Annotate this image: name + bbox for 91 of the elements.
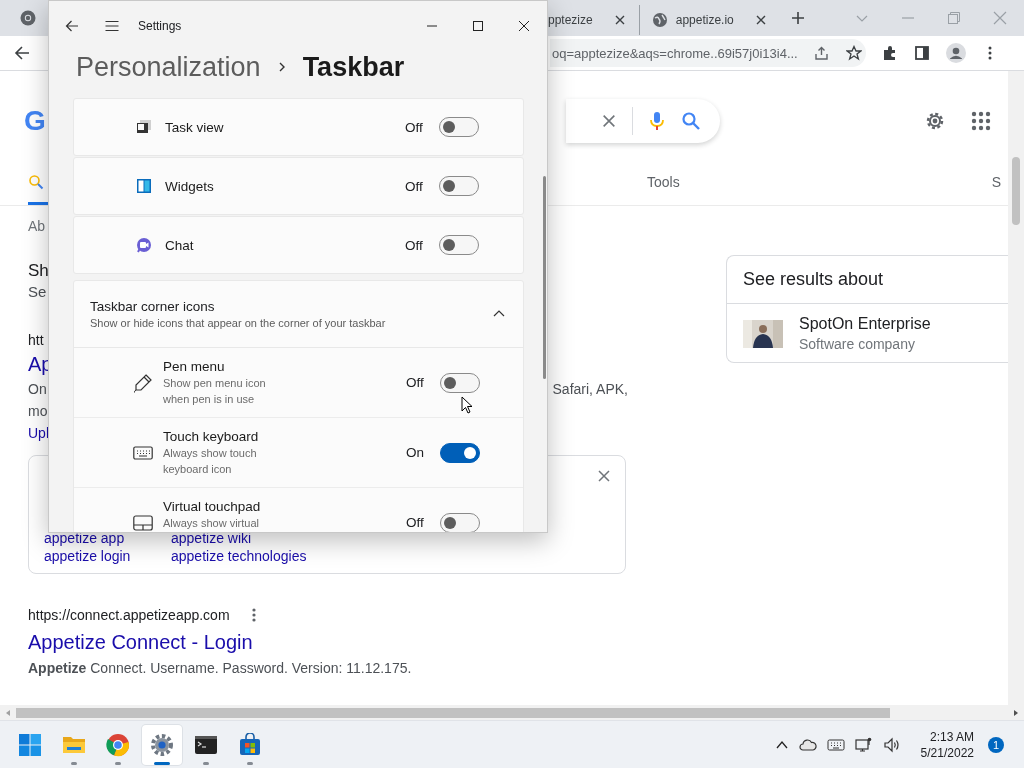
- horizontal-scrollbar[interactable]: [0, 705, 1024, 720]
- back-arrow-icon[interactable]: [14, 45, 30, 61]
- search-tab[interactable]: S: [991, 171, 1002, 205]
- related-search-link[interactable]: appetize technologies: [171, 548, 307, 564]
- task-view-icon: [136, 119, 152, 135]
- settings-icon[interactable]: [924, 110, 946, 132]
- section-description: Show or hide icons that appear on the corner of your taskbar: [90, 317, 387, 329]
- snippet-text: mo: [28, 402, 48, 421]
- setting-description: Always show virtual: [163, 516, 260, 531]
- related-search-link[interactable]: appetize wiki: [171, 530, 252, 546]
- result-title-link[interactable]: Appetize Connect - Login: [28, 627, 253, 657]
- globe-icon: [651, 12, 668, 28]
- keyboard-icon[interactable]: [826, 736, 845, 753]
- snippet-text: On: [28, 380, 47, 399]
- clock[interactable]: 2:13 AM 5/21/2022: [916, 728, 978, 761]
- touchpad-icon: [133, 512, 153, 532]
- sitelink[interactable]: Upl: [28, 422, 49, 444]
- toggle-status: Off: [406, 515, 425, 530]
- more-options-icon[interactable]: [251, 608, 256, 622]
- browser-logo-icon: [106, 732, 130, 757]
- search-icon[interactable]: [680, 111, 701, 131]
- network-icon[interactable]: [854, 736, 873, 753]
- setting-description: Always show touch keyboard icon: [163, 446, 258, 477]
- setting-label: Task view: [165, 118, 224, 136]
- subheading-text: Se: [28, 282, 47, 302]
- toggle-status: Off: [405, 178, 424, 194]
- related-search-link[interactable]: appetize login: [44, 548, 131, 564]
- side-panel-icon[interactable]: [914, 45, 930, 61]
- setting-label: Pen menu: [163, 358, 226, 375]
- toggle-switch[interactable]: [439, 176, 479, 196]
- share-icon[interactable]: [813, 45, 830, 61]
- toggle-status: Off: [406, 375, 425, 390]
- scrollbar[interactable]: [543, 176, 546, 379]
- menu-icon[interactable]: [104, 18, 120, 34]
- chat-bubble-icon: [136, 237, 152, 253]
- entity-type: Software company: [799, 335, 916, 354]
- result-url: htt: [28, 331, 44, 350]
- shopping-bag-icon: [238, 732, 262, 757]
- snippet-text: Safari, APK,: [552, 380, 628, 399]
- logo[interactable]: G: [24, 105, 46, 137]
- setting-label: Virtual touchpad: [163, 498, 262, 515]
- toggle-status: Off: [405, 119, 424, 135]
- scrollbar[interactable]: [1008, 71, 1024, 705]
- apps-grid-icon[interactable]: [970, 110, 992, 132]
- related-search-link[interactable]: appetize app: [44, 530, 125, 546]
- toggle-switch[interactable]: [440, 512, 480, 532]
- section-title: Taskbar corner icons: [90, 299, 216, 314]
- toggle-status: On: [406, 445, 425, 460]
- gear-icon: [150, 732, 174, 757]
- close-icon[interactable]: [755, 15, 766, 25]
- address-bar[interactable]: oq=apptezize&aqs=chrome..69i57j0i13i4...: [550, 39, 866, 67]
- scroll-right-icon[interactable]: [1012, 708, 1020, 717]
- four-squares-icon: [18, 732, 42, 757]
- heading-text: Sh: [28, 260, 49, 282]
- search-icon: [28, 174, 44, 190]
- result-stats: Ab: [28, 218, 46, 234]
- setting-label: Chat: [165, 236, 194, 254]
- back-arrow-icon[interactable]: [64, 18, 80, 34]
- new-tab-button[interactable]: [789, 10, 806, 26]
- volume-icon[interactable]: [882, 736, 901, 753]
- star-icon[interactable]: [845, 45, 862, 61]
- cloud-icon[interactable]: [798, 736, 817, 753]
- widgets-icon: [136, 178, 152, 194]
- setting-description: Show pen menu icon when pen is in use: [163, 376, 267, 407]
- maximize-icon[interactable]: [473, 21, 483, 31]
- browser-logo-icon: [20, 10, 36, 26]
- notification-badge[interactable]: 1: [988, 736, 1004, 753]
- puzzle-piece-icon[interactable]: [882, 45, 898, 61]
- toggle-switch[interactable]: [439, 117, 479, 137]
- setting-label: Widgets: [165, 177, 214, 195]
- toggle-switch[interactable]: [439, 235, 479, 255]
- setting-label: Touch keyboard: [163, 428, 260, 445]
- toggle-status: Off: [405, 237, 424, 253]
- browser-tab[interactable]: pptezize: [544, 5, 635, 35]
- browser-tab[interactable]: appetize.io: [638, 5, 776, 35]
- section-header[interactable]: Taskbar corner icons Show or hide icons that appear on the corner of your taskbar: [74, 281, 523, 348]
- entity-name[interactable]: SpotOn Enterprise: [799, 314, 931, 334]
- window-title: Settings: [138, 19, 182, 33]
- search-tab[interactable]: Tools: [647, 171, 680, 205]
- pen-icon: [133, 372, 153, 393]
- toggle-switch[interactable]: [440, 442, 480, 463]
- toggle-switch[interactable]: [440, 372, 480, 393]
- profile-avatar-icon[interactable]: [946, 43, 966, 63]
- card-title: See results about: [743, 269, 884, 290]
- snippet-text: Appetize Connect. Username. Password. Version: 11.12.175.: [28, 659, 412, 678]
- page-title: Taskbar: [302, 51, 405, 83]
- close-icon[interactable]: [614, 15, 625, 25]
- result-url: https://connect.appetizeapp.com: [28, 606, 230, 625]
- close-icon[interactable]: [519, 21, 529, 31]
- breadcrumb-link[interactable]: Personalization: [76, 51, 261, 83]
- mouse-pointer-icon: [461, 396, 473, 414]
